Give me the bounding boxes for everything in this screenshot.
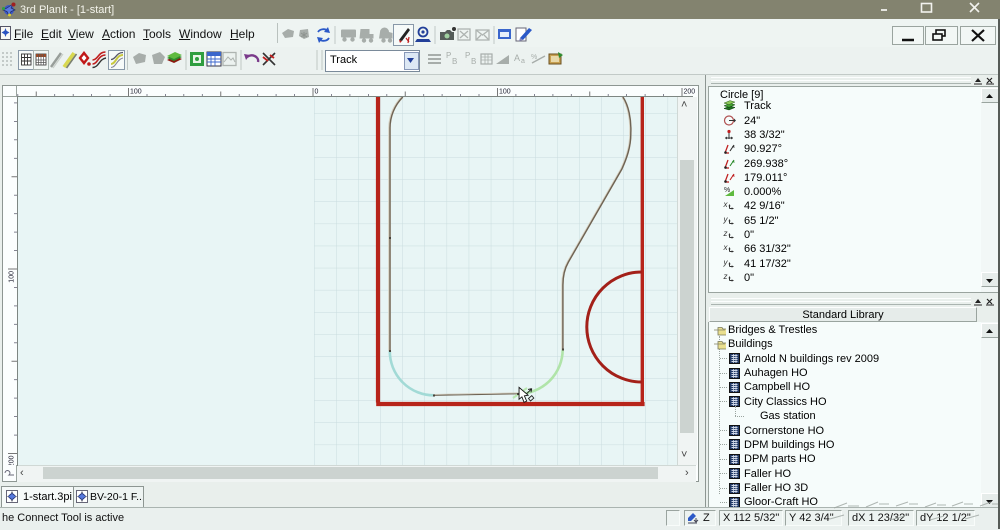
svg-text:%: % xyxy=(531,54,537,61)
svg-text:B: B xyxy=(471,57,476,66)
svg-text:A: A xyxy=(514,53,520,63)
svg-text:100: 100 xyxy=(9,271,16,283)
svg-text:y: y xyxy=(723,258,729,267)
svg-text:a: a xyxy=(521,58,525,65)
svg-text:y: y xyxy=(723,215,729,224)
svg-text:%: % xyxy=(724,187,730,194)
svg-text:200: 200 xyxy=(684,89,696,96)
svg-text:z: z xyxy=(723,272,728,281)
svg-text:0: 0 xyxy=(315,89,319,96)
svg-text:x: x xyxy=(723,200,729,209)
svg-text:P: P xyxy=(446,51,451,60)
svg-text:100: 100 xyxy=(499,89,511,96)
svg-text:P: P xyxy=(465,51,470,60)
svg-text:z: z xyxy=(723,229,728,238)
svg-text:100: 100 xyxy=(130,89,142,96)
svg-text:B: B xyxy=(452,57,457,66)
svg-text:200: 200 xyxy=(9,455,16,465)
svg-text:x: x xyxy=(723,243,729,252)
